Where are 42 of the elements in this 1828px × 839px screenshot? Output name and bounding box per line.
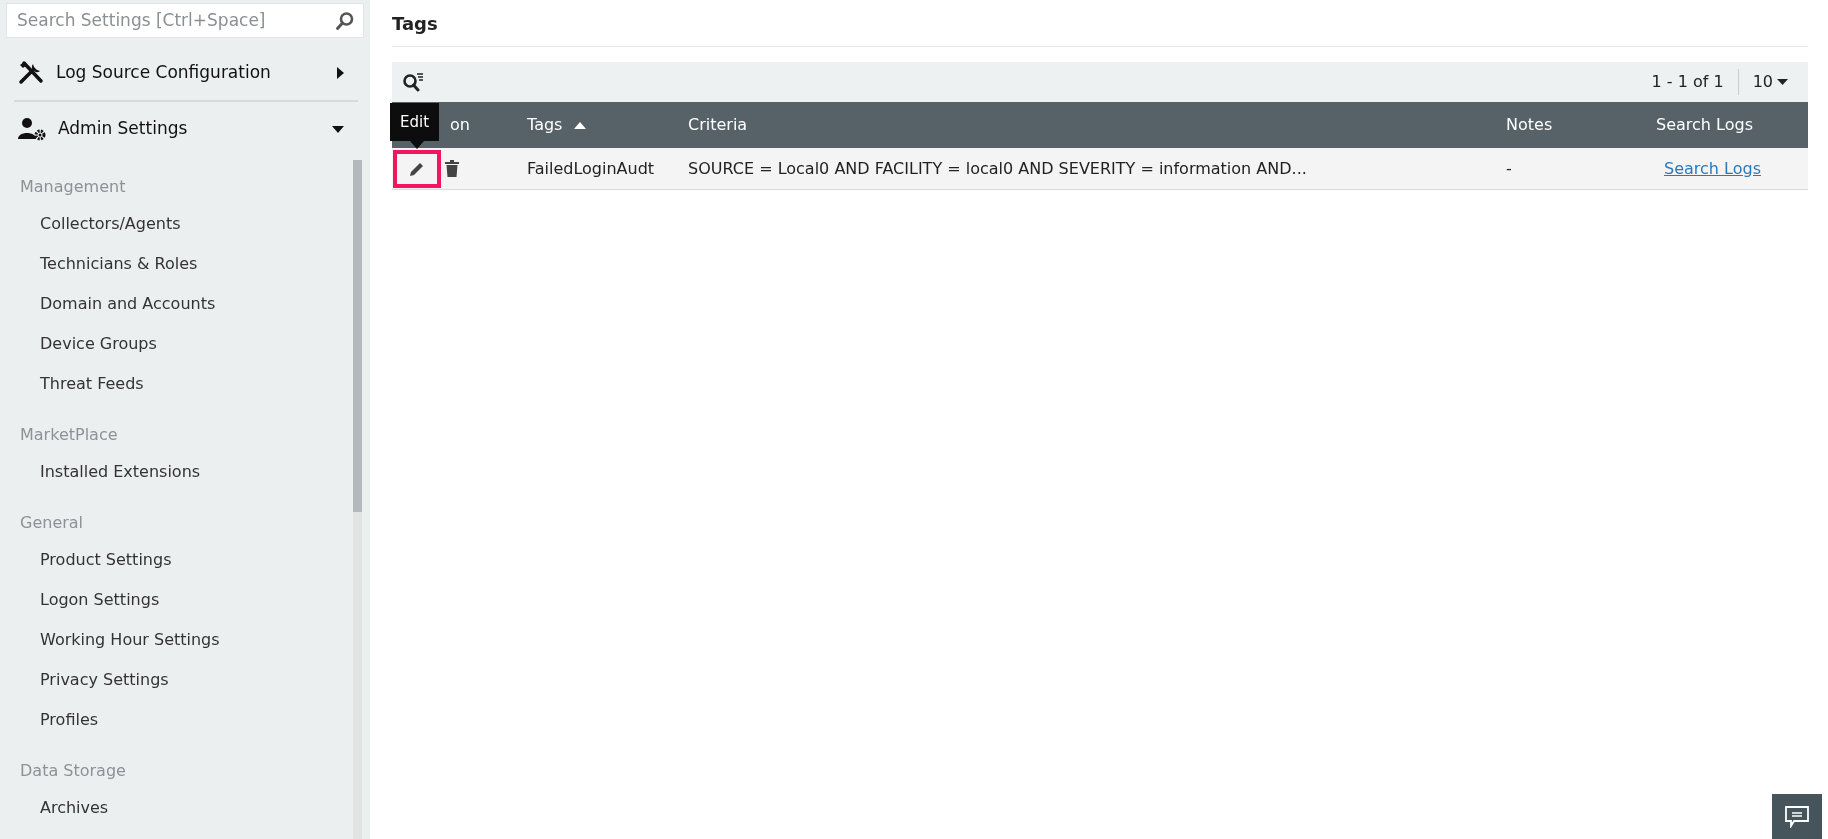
table-cell-text: SOURCE = Local0 AND FACILITY = local0 AND SEVERITY = information AND...: [688, 157, 1307, 180]
sidebar-item[interactable]: Threat Feeds: [0, 364, 370, 404]
tools-icon: [18, 60, 44, 86]
sidebar-item[interactable]: Domain and Accounts: [0, 284, 370, 324]
search-field[interactable]: Search Settings [Ctrl+Space]: [6, 3, 364, 38]
tooltip: Edit: [390, 103, 440, 141]
group-heading: MarketPlace: [19, 424, 119, 446]
column-header[interactable]: Search Logs: [1656, 102, 1808, 148]
menu-label: Admin Settings: [58, 117, 189, 141]
column-header[interactable]: Notes: [1506, 102, 1656, 148]
menu-label: Log Source Configuration: [56, 61, 272, 85]
sidebar-item[interactable]: Technicians & Roles: [0, 244, 370, 284]
chat-button[interactable]: [1772, 794, 1822, 839]
column-header[interactable]: Criteria: [688, 102, 1506, 148]
group-heading: General: [19, 512, 85, 534]
sidebar-item[interactable]: Working Hour Settings: [0, 620, 370, 660]
search-filter-icon[interactable]: [402, 72, 424, 92]
table-cell-text: FailedLoginAudt: [527, 157, 655, 180]
tooltip-arrow-icon: [410, 141, 424, 149]
table-cell-text: -: [1506, 157, 1512, 180]
sidebar-item[interactable]: Device Groups: [0, 324, 370, 364]
page-title: Tags: [392, 0, 1808, 47]
sidebar-item[interactable]: Product Settings: [0, 540, 370, 580]
delete-icon[interactable]: [445, 160, 459, 177]
column-header[interactable]: Tags: [527, 102, 688, 148]
menu-item[interactable]: Log Source Configuration: [0, 46, 362, 100]
sidebar-item[interactable]: Logon Settings: [0, 580, 370, 620]
group-heading: Management: [19, 176, 127, 198]
scrollbar-thumb[interactable]: [353, 160, 362, 512]
search-icon[interactable]: [335, 10, 355, 31]
caret-down-icon[interactable]: [1777, 79, 1788, 85]
sidebar-item[interactable]: Privacy Settings: [0, 660, 370, 700]
sidebar-item[interactable]: Archives: [0, 788, 370, 828]
sidebar-item[interactable]: Profiles: [0, 700, 370, 740]
group-heading: Data Storage: [19, 760, 127, 782]
chat-icon[interactable]: [1785, 805, 1809, 828]
menu-item[interactable]: Admin Settings: [0, 102, 362, 156]
page-size-dropdown[interactable]: 10: [1752, 70, 1788, 94]
sidebar-item[interactable]: Installed Extensions: [0, 452, 370, 492]
sidebar-item[interactable]: Collectors/Agents: [0, 204, 370, 244]
page-range: 1 - 1 of 1: [1651, 71, 1724, 93]
user-gear-icon: [18, 117, 46, 141]
